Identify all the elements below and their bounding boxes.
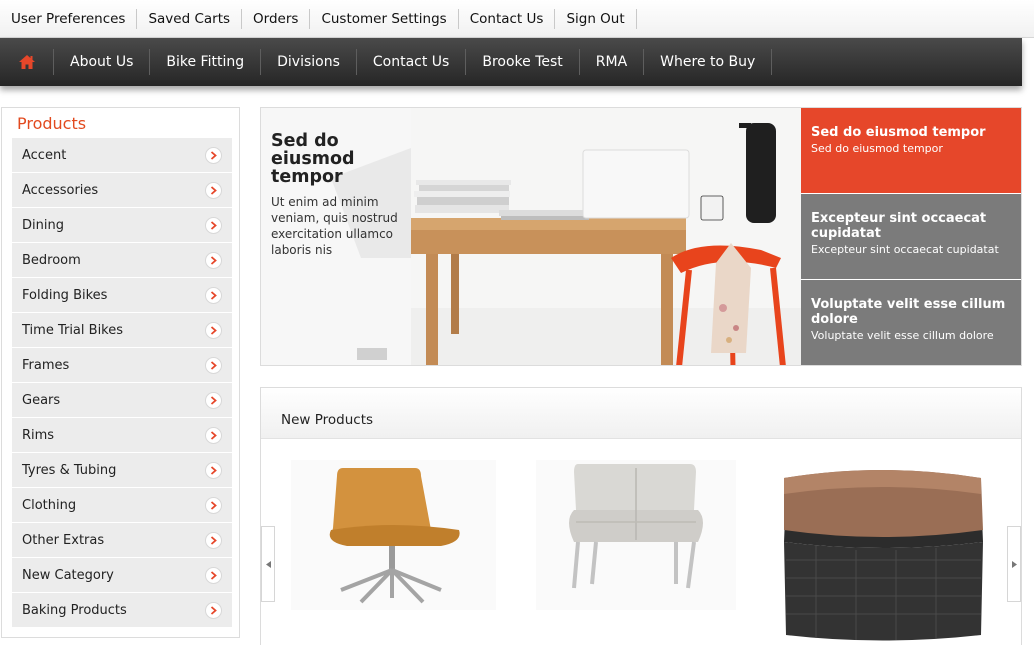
carousel-next-button[interactable]: [1007, 526, 1021, 602]
chevron-right-icon: [205, 216, 222, 234]
category-label: Gears: [22, 392, 61, 408]
hero-tab-subtitle: Voluptate velit esse cillum dolore: [811, 329, 994, 342]
nav-bike-fitting[interactable]: Bike Fitting: [150, 49, 262, 75]
category-item[interactable]: Dining: [12, 208, 232, 242]
chevron-right-icon: [205, 566, 222, 584]
category-item[interactable]: Clothing: [12, 488, 232, 522]
contact-us-link[interactable]: Contact Us: [459, 9, 556, 29]
nav-home[interactable]: [0, 49, 54, 75]
product-tan-chair-image[interactable]: [291, 460, 496, 610]
products-sidebar: Products Accent Accessories Dining Bedroom F…: [1, 107, 240, 638]
hero-tab-title: Excepteur sint occaecat cupidatat: [811, 211, 987, 241]
category-label: New Category: [22, 567, 114, 583]
hero-text: Sed do eiusmod tempor Ut enim ad minim v…: [271, 132, 411, 258]
chevron-right-icon: [205, 461, 222, 479]
nav-divisions[interactable]: Divisions: [261, 49, 357, 75]
hero-tab-2[interactable]: Excepteur sint occaecat cupidatat Except…: [801, 194, 1021, 279]
category-label: Bedroom: [22, 252, 81, 268]
hero-tabs: Sed do eiusmod tempor Sed do eiusmod tem…: [801, 108, 1021, 365]
chevron-right-icon: [205, 321, 222, 339]
chevron-right-icon: [205, 601, 222, 619]
category-list: Accent Accessories Dining Bedroom Folding Bi…: [12, 138, 232, 627]
main-nav: About Us Bike Fitting Divisions Contact …: [0, 38, 1022, 86]
category-label: Rims: [22, 427, 55, 443]
nav-about-us[interactable]: About Us: [54, 49, 151, 75]
category-item[interactable]: Tyres & Tubing: [12, 453, 232, 487]
hero-tab-1[interactable]: Sed do eiusmod tempor Sed do eiusmod tem…: [801, 108, 1021, 193]
category-item[interactable]: Frames: [12, 348, 232, 382]
chevron-right-icon: [205, 426, 222, 444]
category-item[interactable]: Rims: [12, 418, 232, 452]
category-item[interactable]: Folding Bikes: [12, 278, 232, 312]
category-label: Dining: [22, 217, 64, 233]
carousel-prev-button[interactable]: [261, 526, 275, 602]
hero-tab-title: Sed do eiusmod tempor: [811, 125, 986, 140]
category-label: Frames: [22, 357, 70, 373]
hero-description: Ut enim ad minim veniam, quis nostrud ex…: [271, 195, 398, 257]
nav-brooke-test[interactable]: Brooke Test: [466, 49, 580, 75]
new-products-heading: New Products: [261, 388, 1021, 439]
orders-link[interactable]: Orders: [242, 9, 311, 29]
category-item[interactable]: Baking Products: [12, 593, 232, 627]
chevron-right-icon: [205, 286, 222, 304]
chevron-right-icon: [205, 391, 222, 409]
hero-banner: Sed do eiusmod tempor Ut enim ad minim v…: [260, 107, 1022, 366]
hero-tab-title: Voluptate velit esse cillum dolore: [811, 297, 1006, 327]
hero-tab-subtitle: Sed do eiusmod tempor: [811, 142, 943, 155]
customer-settings-link[interactable]: Customer Settings: [310, 9, 459, 29]
hero-tab-subtitle: Excepteur sint occaecat cupidatat: [811, 243, 999, 256]
category-label: Time Trial Bikes: [22, 322, 124, 338]
chevron-right-icon: [1011, 560, 1017, 568]
category-item[interactable]: Bedroom: [12, 243, 232, 277]
nav-rma[interactable]: RMA: [580, 49, 645, 75]
user-preferences-link[interactable]: User Preferences: [0, 9, 138, 29]
sidebar-title: Products: [17, 114, 87, 133]
category-item[interactable]: Other Extras: [12, 523, 232, 557]
category-label: Baking Products: [22, 602, 127, 618]
chevron-right-icon: [205, 251, 222, 269]
nav-contact-us[interactable]: Contact Us: [357, 49, 467, 75]
category-label: Tyres & Tubing: [22, 462, 117, 478]
category-item[interactable]: Time Trial Bikes: [12, 313, 232, 347]
category-label: Folding Bikes: [22, 287, 108, 303]
home-icon: [19, 55, 35, 69]
category-item[interactable]: Accent: [12, 138, 232, 172]
category-label: Accent: [22, 147, 67, 163]
chevron-right-icon: [205, 146, 222, 164]
chevron-right-icon: [205, 531, 222, 549]
category-item[interactable]: New Category: [12, 558, 232, 592]
category-label: Accessories: [22, 182, 99, 198]
category-label: Other Extras: [22, 532, 105, 548]
saved-carts-link[interactable]: Saved Carts: [137, 9, 243, 29]
category-item[interactable]: Gears: [12, 383, 232, 417]
chevron-right-icon: [205, 356, 222, 374]
chevron-right-icon: [205, 181, 222, 199]
new-products-panel: New Products: [260, 387, 1022, 645]
category-item[interactable]: Accessories: [12, 173, 232, 207]
product-wicker-ottoman-image[interactable]: [776, 460, 988, 645]
chevron-right-icon: [205, 496, 222, 514]
utility-bar: User Preferences Saved Carts Orders Cust…: [0, 0, 1034, 38]
category-label: Clothing: [22, 497, 77, 513]
hero-tab-3[interactable]: Voluptate velit esse cillum dolore Volup…: [801, 280, 1021, 365]
nav-where-to-buy[interactable]: Where to Buy: [644, 49, 773, 75]
chevron-left-icon: [265, 560, 271, 568]
hero-title: Sed do eiusmod tempor: [271, 131, 355, 187]
product-grey-chair-image[interactable]: [536, 460, 736, 610]
sign-out-link[interactable]: Sign Out: [555, 9, 637, 29]
